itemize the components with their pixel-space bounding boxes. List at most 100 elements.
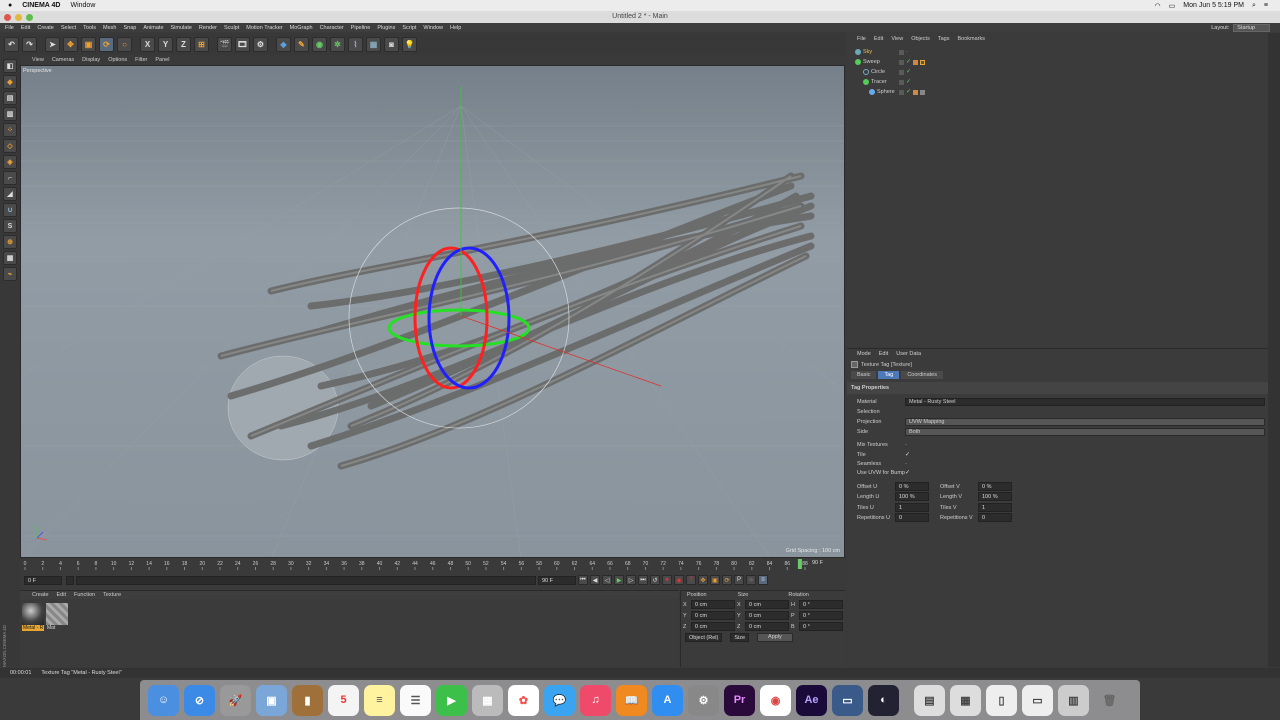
rotation-h-field[interactable]: 0 ° bbox=[799, 600, 843, 609]
size-x-field[interactable]: 0 cm bbox=[745, 600, 789, 609]
timeline-playhead[interactable] bbox=[797, 559, 802, 569]
repetitions-v-field[interactable]: 0 bbox=[978, 513, 1012, 522]
viewport-menu-display[interactable]: Display bbox=[82, 57, 100, 63]
objects-menu-objects[interactable]: Objects bbox=[911, 36, 930, 42]
menu-help[interactable]: Help bbox=[450, 25, 461, 31]
objects-menu-tags[interactable]: Tags bbox=[938, 36, 950, 42]
wifi-icon[interactable]: ◠ bbox=[1155, 2, 1161, 10]
render-settings-icon[interactable]: ⚙ bbox=[253, 36, 268, 52]
grid-icon[interactable]: ▦ bbox=[3, 251, 17, 265]
length-u-field[interactable]: 100 % bbox=[895, 492, 929, 501]
trash-icon[interactable]: 🗑 bbox=[1094, 685, 1125, 716]
viewport-menu-panel[interactable]: Panel bbox=[155, 57, 169, 63]
z-axis-lock-button[interactable]: Z bbox=[176, 36, 191, 52]
mix-textures-checkbox[interactable]: · bbox=[905, 442, 907, 448]
object-row-sweep[interactable]: Sweep ✓ bbox=[847, 57, 1268, 67]
render-picture-viewer-icon[interactable]: 🎞 bbox=[235, 36, 250, 52]
messages-icon[interactable]: 💬 bbox=[544, 684, 575, 716]
offset-u-field[interactable]: 0 % bbox=[895, 482, 929, 491]
window-menu[interactable]: Window bbox=[70, 2, 95, 9]
attr-menu-user-data[interactable]: User Data bbox=[896, 351, 921, 357]
subdivision-icon[interactable]: ◉ bbox=[312, 36, 327, 52]
facetime-icon[interactable]: ▶ bbox=[436, 684, 467, 716]
size-mode-select[interactable]: Size bbox=[730, 633, 750, 642]
object-row-tracer[interactable]: Tracer ✓ bbox=[847, 77, 1268, 87]
menu-list-icon[interactable]: ≡ bbox=[1264, 2, 1268, 9]
minimize-window-button[interactable] bbox=[15, 14, 22, 21]
camera-icon[interactable]: ◙ bbox=[384, 36, 399, 52]
keyframe-selection-icon[interactable]: ? bbox=[686, 575, 696, 585]
menu-sculpt[interactable]: Sculpt bbox=[224, 25, 239, 31]
bend-deformer-icon[interactable]: ⌇ bbox=[348, 36, 363, 52]
attr-menu-edit[interactable]: Edit bbox=[879, 351, 888, 357]
coordinate-system-icon[interactable]: ⊞ bbox=[194, 36, 209, 52]
play-backwards-icon[interactable]: ◁ bbox=[602, 575, 612, 585]
apply-button[interactable]: Apply bbox=[757, 633, 793, 642]
previous-key-icon[interactable]: ◀ bbox=[590, 575, 600, 585]
undo-icon[interactable]: ↶ bbox=[4, 36, 19, 52]
app-menu-name[interactable]: CINEMA 4D bbox=[22, 2, 60, 9]
app-store-icon[interactable]: A bbox=[652, 684, 683, 716]
launchpad-icon[interactable]: 🚀 bbox=[220, 684, 251, 716]
viewport-menu-options[interactable]: Options bbox=[108, 57, 127, 63]
zoom-window-button[interactable] bbox=[26, 14, 33, 21]
x-axis-lock-button[interactable]: X bbox=[140, 36, 155, 52]
seamless-checkbox[interactable]: · bbox=[905, 461, 907, 467]
texture-mode-icon[interactable]: ▤ bbox=[3, 91, 17, 105]
right-side-tab-strip[interactable] bbox=[1268, 33, 1280, 667]
projection-dropdown[interactable]: UVW Mapping bbox=[905, 417, 1265, 426]
system-preferences-icon[interactable]: ⚙ bbox=[688, 684, 719, 716]
model-mode-icon[interactable]: ◆ bbox=[3, 75, 17, 89]
offset-v-field[interactable]: 0 % bbox=[978, 482, 1012, 491]
menu-animate[interactable]: Animate bbox=[143, 25, 163, 31]
preview-icon[interactable]: ▣ bbox=[256, 684, 287, 716]
contacts-icon[interactable]: ▮ bbox=[292, 684, 323, 716]
tab-coordinates[interactable]: Coordinates bbox=[901, 371, 943, 379]
render-view-icon[interactable]: 🎬 bbox=[217, 36, 232, 52]
position-y-field[interactable]: 0 cm bbox=[691, 611, 735, 620]
preview-range-slider[interactable] bbox=[76, 575, 536, 585]
point-level-icon[interactable]: ⁘ bbox=[746, 575, 756, 585]
tweak-mode-icon[interactable]: ◢ bbox=[3, 187, 17, 201]
downloads-stack-icon[interactable]: ▭ bbox=[1022, 684, 1053, 716]
go-to-start-icon[interactable]: ⏮ bbox=[578, 575, 588, 585]
snap-icon[interactable]: ∪ bbox=[3, 203, 17, 217]
image-capture-icon[interactable]: ▦ bbox=[472, 684, 503, 716]
material-swatch[interactable]: Metal - R bbox=[22, 603, 44, 631]
floor-scene-icon[interactable]: ▦ bbox=[366, 36, 381, 52]
size-z-field[interactable]: 0 cm bbox=[745, 622, 789, 631]
y-axis-lock-button[interactable]: Y bbox=[158, 36, 173, 52]
menu-character[interactable]: Character bbox=[320, 25, 344, 31]
menu-motion-tracker[interactable]: Motion Tracker bbox=[246, 25, 282, 31]
tab-tag[interactable]: Tag bbox=[878, 371, 900, 379]
apple-icon[interactable]: ● bbox=[8, 2, 12, 9]
object-row-sphere[interactable]: Sphere ✓ bbox=[847, 87, 1268, 97]
menu-mesh[interactable]: Mesh bbox=[103, 25, 116, 31]
object-row-sky[interactable]: Sky · bbox=[847, 47, 1268, 57]
viewport-menu-filter[interactable]: Filter bbox=[135, 57, 147, 63]
autokey-icon[interactable]: ◉ bbox=[674, 575, 684, 585]
safari-icon[interactable]: ⊘ bbox=[184, 684, 215, 716]
objects-menu-bookmarks[interactable]: Bookmarks bbox=[957, 36, 985, 42]
live-selection-icon[interactable]: ○ bbox=[117, 36, 132, 52]
menu-pipeline[interactable]: Pipeline bbox=[351, 25, 371, 31]
menu-window[interactable]: Window bbox=[423, 25, 443, 31]
select-tool-icon[interactable]: ➤ bbox=[45, 36, 60, 52]
solo-button[interactable]: S bbox=[3, 219, 17, 233]
cinema4d-icon[interactable]: ◐ bbox=[868, 684, 899, 716]
folder-stack-icon[interactable]: ▥ bbox=[1058, 684, 1089, 716]
after-effects-icon[interactable]: Ae bbox=[796, 684, 827, 716]
coordinate-mode-select[interactable]: Object (Rel) bbox=[685, 633, 723, 642]
premiere-pro-icon[interactable]: Pr bbox=[724, 684, 755, 716]
material-menu-create[interactable]: Create bbox=[32, 592, 49, 598]
redo-icon[interactable]: ↷ bbox=[22, 36, 37, 52]
documents-stack-icon[interactable]: ▤ bbox=[914, 684, 945, 716]
position-z-field[interactable]: 0 cm bbox=[691, 622, 735, 631]
objects-menu-edit[interactable]: Edit bbox=[874, 36, 883, 42]
timeline-ruler[interactable]: 0 2 4 6 8 10 12 14 16 18 20 22 24 26 28 30 32 34 36 38 40 42 4… bbox=[20, 558, 845, 570]
menu-snap[interactable]: Snap bbox=[123, 25, 136, 31]
object-row-circle[interactable]: Circle ✓ bbox=[847, 67, 1268, 77]
search-icon[interactable]: ⌕ bbox=[1252, 2, 1256, 10]
screenshot-stack-icon[interactable]: ▦ bbox=[950, 684, 981, 716]
menubar-clock[interactable]: Mon Jun 5 5:19 PM bbox=[1183, 2, 1244, 9]
